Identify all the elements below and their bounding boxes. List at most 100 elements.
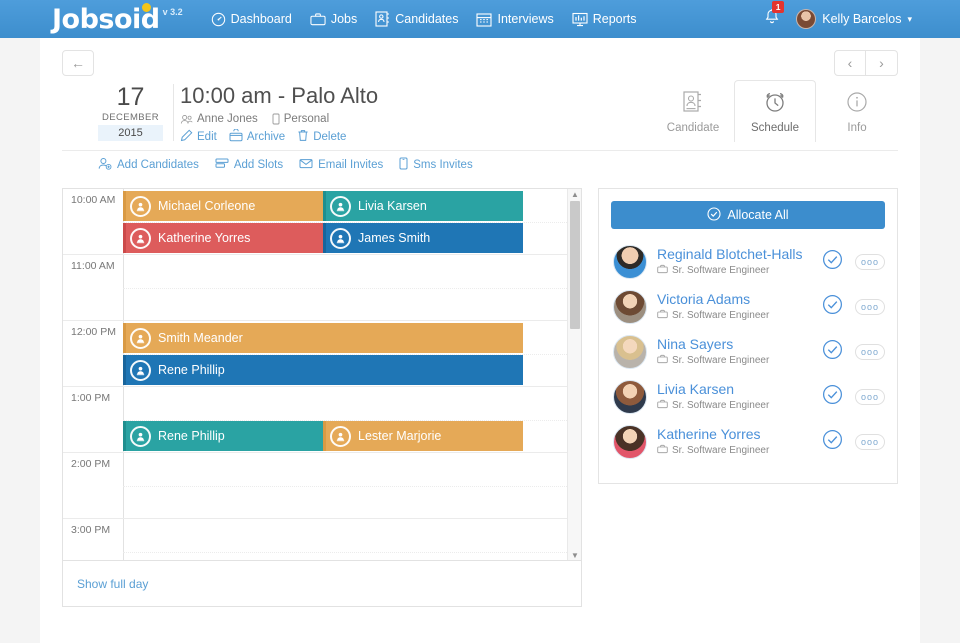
tab-label: Info <box>847 121 867 134</box>
calendar-event[interactable]: Rene Phillip <box>123 355 523 385</box>
user-menu[interactable]: Kelly Barcelos ▾ <box>796 9 912 29</box>
allocate-candidate-button[interactable] <box>822 294 843 320</box>
tag-icon <box>272 113 280 125</box>
allocate-candidate-button[interactable] <box>822 339 843 365</box>
nav-item-dashboard[interactable]: Dashboard <box>211 12 292 27</box>
candidate-more-menu[interactable]: ooo <box>855 343 885 360</box>
delete-action[interactable]: Delete <box>297 129 346 145</box>
nav-item-interviews[interactable]: Interviews <box>476 12 554 27</box>
tab-candidate[interactable]: Candidate <box>652 80 734 142</box>
tab-label: Candidate <box>666 121 720 134</box>
prev-button[interactable]: ‹ <box>834 50 866 76</box>
allocate-all-label: Allocate All <box>727 208 789 222</box>
calendar-event[interactable]: Smith Meander <box>123 323 523 353</box>
briefcase-icon <box>657 309 668 322</box>
avatar <box>796 9 817 29</box>
scroll-down-icon[interactable]: ▼ <box>568 550 581 560</box>
calendar-event[interactable]: Livia Karsen <box>323 191 523 221</box>
calendar-event-name: James Smith <box>358 231 431 245</box>
content-card: ← ‹ › 17 DECEMBER 2015 10:00 am - Palo A… <box>40 38 920 643</box>
candidate-row[interactable]: Nina Sayers Sr. Software Engineer ooo <box>611 329 885 374</box>
allocate-all-button[interactable]: Allocate All <box>611 201 885 229</box>
candidate-row[interactable]: Victoria Adams Sr. Software Engineer ooo <box>611 284 885 329</box>
candidate-name[interactable]: Victoria Adams <box>657 291 818 308</box>
tab-schedule[interactable]: Schedule <box>734 80 816 142</box>
scrollbar-thumb[interactable] <box>570 201 580 329</box>
hour-label: 10:00 AM <box>71 194 116 206</box>
candidate-role-label: Sr. Software Engineer <box>672 265 770 276</box>
next-button[interactable]: › <box>866 50 898 76</box>
brand-version: v 3.2 <box>162 6 183 17</box>
calendar-event-name: Smith Meander <box>158 331 243 345</box>
candidate-more-menu[interactable]: ooo <box>855 433 885 450</box>
calendar-scrollbar[interactable]: ▲ ▼ <box>567 189 581 560</box>
calendar-event-name: Michael Corleone <box>158 199 256 213</box>
add-candidates-label: Add Candidates <box>117 158 199 171</box>
calendar-icon <box>476 12 493 27</box>
archive-action[interactable]: Archive <box>229 128 285 145</box>
chevron-down-icon: ▾ <box>907 13 912 24</box>
avatar <box>613 424 647 459</box>
candidate-more-menu[interactable]: ooo <box>855 253 885 270</box>
candidate-name[interactable]: Reginald Blotchet-Halls <box>657 246 818 263</box>
organizer-name: Anne Jones <box>197 113 258 125</box>
person-icon <box>330 425 351 447</box>
calendar-event[interactable]: Katherine Yorres <box>123 223 323 253</box>
notifications-button[interactable]: 1 <box>764 1 784 30</box>
calendar-event-name: Katherine Yorres <box>158 231 251 245</box>
back-button[interactable]: ← <box>62 50 94 76</box>
candidate-row[interactable]: Reginald Blotchet-Halls Sr. Software Engi… <box>611 239 885 284</box>
brand-logo[interactable]: Jobsoid v 3.2 <box>52 2 183 33</box>
candidate-row[interactable]: Katherine Yorres Sr. Software Engineer ooo <box>611 419 885 464</box>
organizer: Anne Jones <box>180 113 258 125</box>
date-day: 17 <box>116 83 145 111</box>
candidate-more-menu[interactable]: ooo <box>855 298 885 315</box>
hour-row[interactable]: 11:00 AM <box>63 255 581 321</box>
nav-item-candidates[interactable]: Candidates <box>375 11 458 27</box>
nav-label: Interviews <box>497 12 554 26</box>
candidate-info: Reginald Blotchet-Halls Sr. Software Engi… <box>657 246 818 277</box>
email-invites-action[interactable]: Email Invites <box>299 158 383 172</box>
candidate-name[interactable]: Nina Sayers <box>657 336 818 353</box>
nav-item-jobs[interactable]: Jobs <box>310 12 357 27</box>
hour-row[interactable]: 2:00 PM <box>63 453 581 519</box>
person-icon <box>330 195 351 217</box>
page-body: ← ‹ › 17 DECEMBER 2015 10:00 am - Palo A… <box>0 38 960 643</box>
candidate-row[interactable]: Livia Karsen Sr. Software Engineer ooo <box>611 374 885 419</box>
candidates-icon <box>375 11 390 27</box>
avatar <box>613 334 647 369</box>
calendar-event[interactable]: Lester Marjorie <box>323 421 523 451</box>
allocate-candidate-button[interactable] <box>822 429 843 455</box>
add-slots-action[interactable]: Add Slots <box>215 157 283 172</box>
tab-info[interactable]: Info <box>816 80 898 142</box>
pencil-icon <box>180 129 193 145</box>
show-full-day-bar: Show full day <box>62 561 582 607</box>
hour-row[interactable]: 3:00 PM <box>63 519 581 560</box>
half-hour-line <box>123 486 581 487</box>
candidate-name[interactable]: Katherine Yorres <box>657 426 818 443</box>
add-candidates-action[interactable]: Add Candidates <box>98 157 199 173</box>
candidate-name[interactable]: Livia Karsen <box>657 381 818 398</box>
pager: ‹ › <box>834 50 898 76</box>
scroll-up-icon[interactable]: ▲ <box>568 189 581 201</box>
allocate-candidate-button[interactable] <box>822 249 843 275</box>
info-icon <box>845 90 869 117</box>
candidate-card-icon <box>682 90 704 117</box>
sms-invites-action[interactable]: Sms Invites <box>399 157 473 173</box>
calendar-grid: 10:00 AM 11:00 AM 12:00 PM 1:00 PM 2:00 … <box>62 188 582 561</box>
edit-action[interactable]: Edit <box>180 129 217 145</box>
candidate-role: Sr. Software Engineer <box>657 309 818 322</box>
nav-item-reports[interactable]: Reports <box>572 12 637 27</box>
show-full-day-link[interactable]: Show full day <box>77 577 148 591</box>
page-title: 10:00 am - Palo Alto <box>180 83 379 108</box>
calendar-event[interactable]: Michael Corleone <box>123 191 323 221</box>
allocate-candidate-button[interactable] <box>822 384 843 410</box>
calendar-event[interactable]: James Smith <box>323 223 523 253</box>
calendar-event[interactable]: Rene Phillip <box>123 421 323 451</box>
top-navbar: Jobsoid v 3.2 Dashboard Jobs Candidates <box>0 0 960 38</box>
hour-label: 1:00 PM <box>71 392 111 404</box>
delete-label: Delete <box>313 131 347 143</box>
nav-label: Reports <box>592 12 637 26</box>
candidate-more-menu[interactable]: ooo <box>855 388 885 405</box>
candidate-role-label: Sr. Software Engineer <box>672 355 770 366</box>
